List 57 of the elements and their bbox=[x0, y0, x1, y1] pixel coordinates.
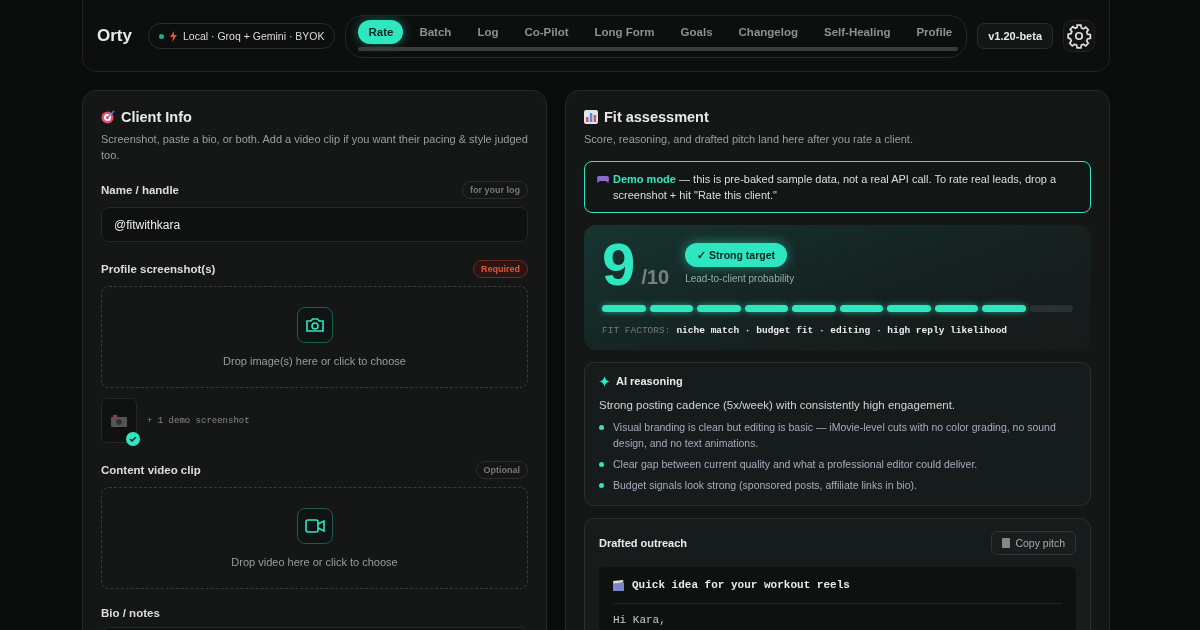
tab[interactable]: Batch bbox=[409, 19, 462, 44]
verdict-badge: ✓ Strong target bbox=[685, 243, 788, 267]
bullet-dot bbox=[599, 425, 604, 430]
tab[interactable]: Self-Healing bbox=[813, 19, 901, 44]
fit-factors: niche match · budget fit · editing · high reply likelihood bbox=[676, 325, 1008, 336]
reasoning-point: Clear gap between current quality and what a professional editor could deliver. bbox=[613, 457, 978, 472]
attachment-note: + 1 demo screenshot bbox=[147, 415, 250, 426]
reasoning-point: Visual branding is clean but editing is basic — iMovie-level cuts with no color grading, no sound design, and no text animations. bbox=[613, 420, 1057, 451]
copy-pitch-button[interactable]: Copy pitch bbox=[991, 531, 1076, 555]
score-max: /10 bbox=[641, 266, 670, 289]
tab[interactable]: Profile bbox=[906, 19, 963, 44]
settings-button[interactable] bbox=[1063, 20, 1095, 52]
pitch-editor[interactable]: Quick idea for your workout reels Hi Kara, bbox=[599, 567, 1076, 630]
clapperboard-icon bbox=[613, 579, 624, 591]
tab[interactable]: Changelog bbox=[728, 19, 808, 44]
bar-chart-icon bbox=[584, 110, 598, 124]
field-label: Content video clip bbox=[101, 464, 201, 476]
panel-title: Fit assessment bbox=[604, 109, 709, 125]
panel-description: Screenshot, paste a bio, or both. Add a video clip if you want their pacing & style judged too. bbox=[101, 132, 528, 163]
tab[interactable]: Rate bbox=[358, 19, 404, 44]
drop-zone[interactable]: Drop image(s) here or click to choose bbox=[101, 286, 528, 388]
scrollbar[interactable] bbox=[358, 46, 959, 51]
outreach-title: Drafted outreach bbox=[599, 537, 688, 549]
bullet-dot bbox=[599, 462, 604, 467]
target-icon bbox=[101, 110, 115, 124]
panel-title: Client Info bbox=[121, 109, 192, 125]
panel-description: Score, reasoning, and drafted pitch land here after you rate a client. bbox=[584, 132, 914, 147]
field-label: Profile screenshot(s) bbox=[101, 263, 216, 275]
reasoning-summary: Strong posting cadence (5x/week) with consistently high engagement. bbox=[599, 399, 957, 411]
pitch-body: Hi Kara, bbox=[613, 614, 667, 626]
bullet-dot bbox=[599, 483, 604, 488]
tab[interactable]: Goals bbox=[670, 19, 723, 44]
fit-factors-label: FIT FACTORS: bbox=[602, 325, 671, 336]
field-label: Name / handle bbox=[101, 184, 179, 196]
settings-icon bbox=[1066, 23, 1092, 49]
tab[interactable]: Co-Pilot bbox=[514, 19, 579, 44]
camera-icon bbox=[305, 317, 324, 333]
handle-input[interactable]: @fitwithkara bbox=[101, 207, 528, 242]
reasoning-point: Budget signals look strong (sponsored posts, affiliate links in bio). bbox=[613, 478, 917, 493]
reasoning-title: AI reasoning bbox=[616, 375, 683, 387]
video-camera-icon bbox=[304, 519, 325, 533]
drop-zone[interactable]: Drop video here or click to choose bbox=[101, 487, 528, 589]
screenshot-thumbnail bbox=[101, 398, 137, 443]
version-badge: v1.20-beta bbox=[977, 23, 1053, 49]
brand-name: Orty bbox=[97, 26, 132, 46]
field-label: Bio / notes bbox=[101, 607, 160, 619]
sparkle-icon bbox=[599, 375, 610, 387]
lightning-icon bbox=[169, 30, 177, 42]
pitch-subject: Quick idea for your workout reels bbox=[632, 579, 850, 591]
tab[interactable]: Long Form bbox=[584, 19, 665, 44]
tab[interactable]: Log bbox=[467, 19, 509, 44]
field-tag: Required bbox=[473, 260, 528, 278]
clipboard-icon bbox=[1002, 538, 1011, 548]
verdict-caption: Lead-to-client probability bbox=[685, 273, 795, 284]
demo-notice: Demo mode — this is pre-baked sample data, not a real API call. To rate real leads, drop a screenshot + hit "Rate this client." bbox=[613, 172, 1058, 203]
status-text: Local · Groq + Gemini · BYOK bbox=[182, 30, 325, 42]
score-value: 9 bbox=[602, 239, 636, 291]
